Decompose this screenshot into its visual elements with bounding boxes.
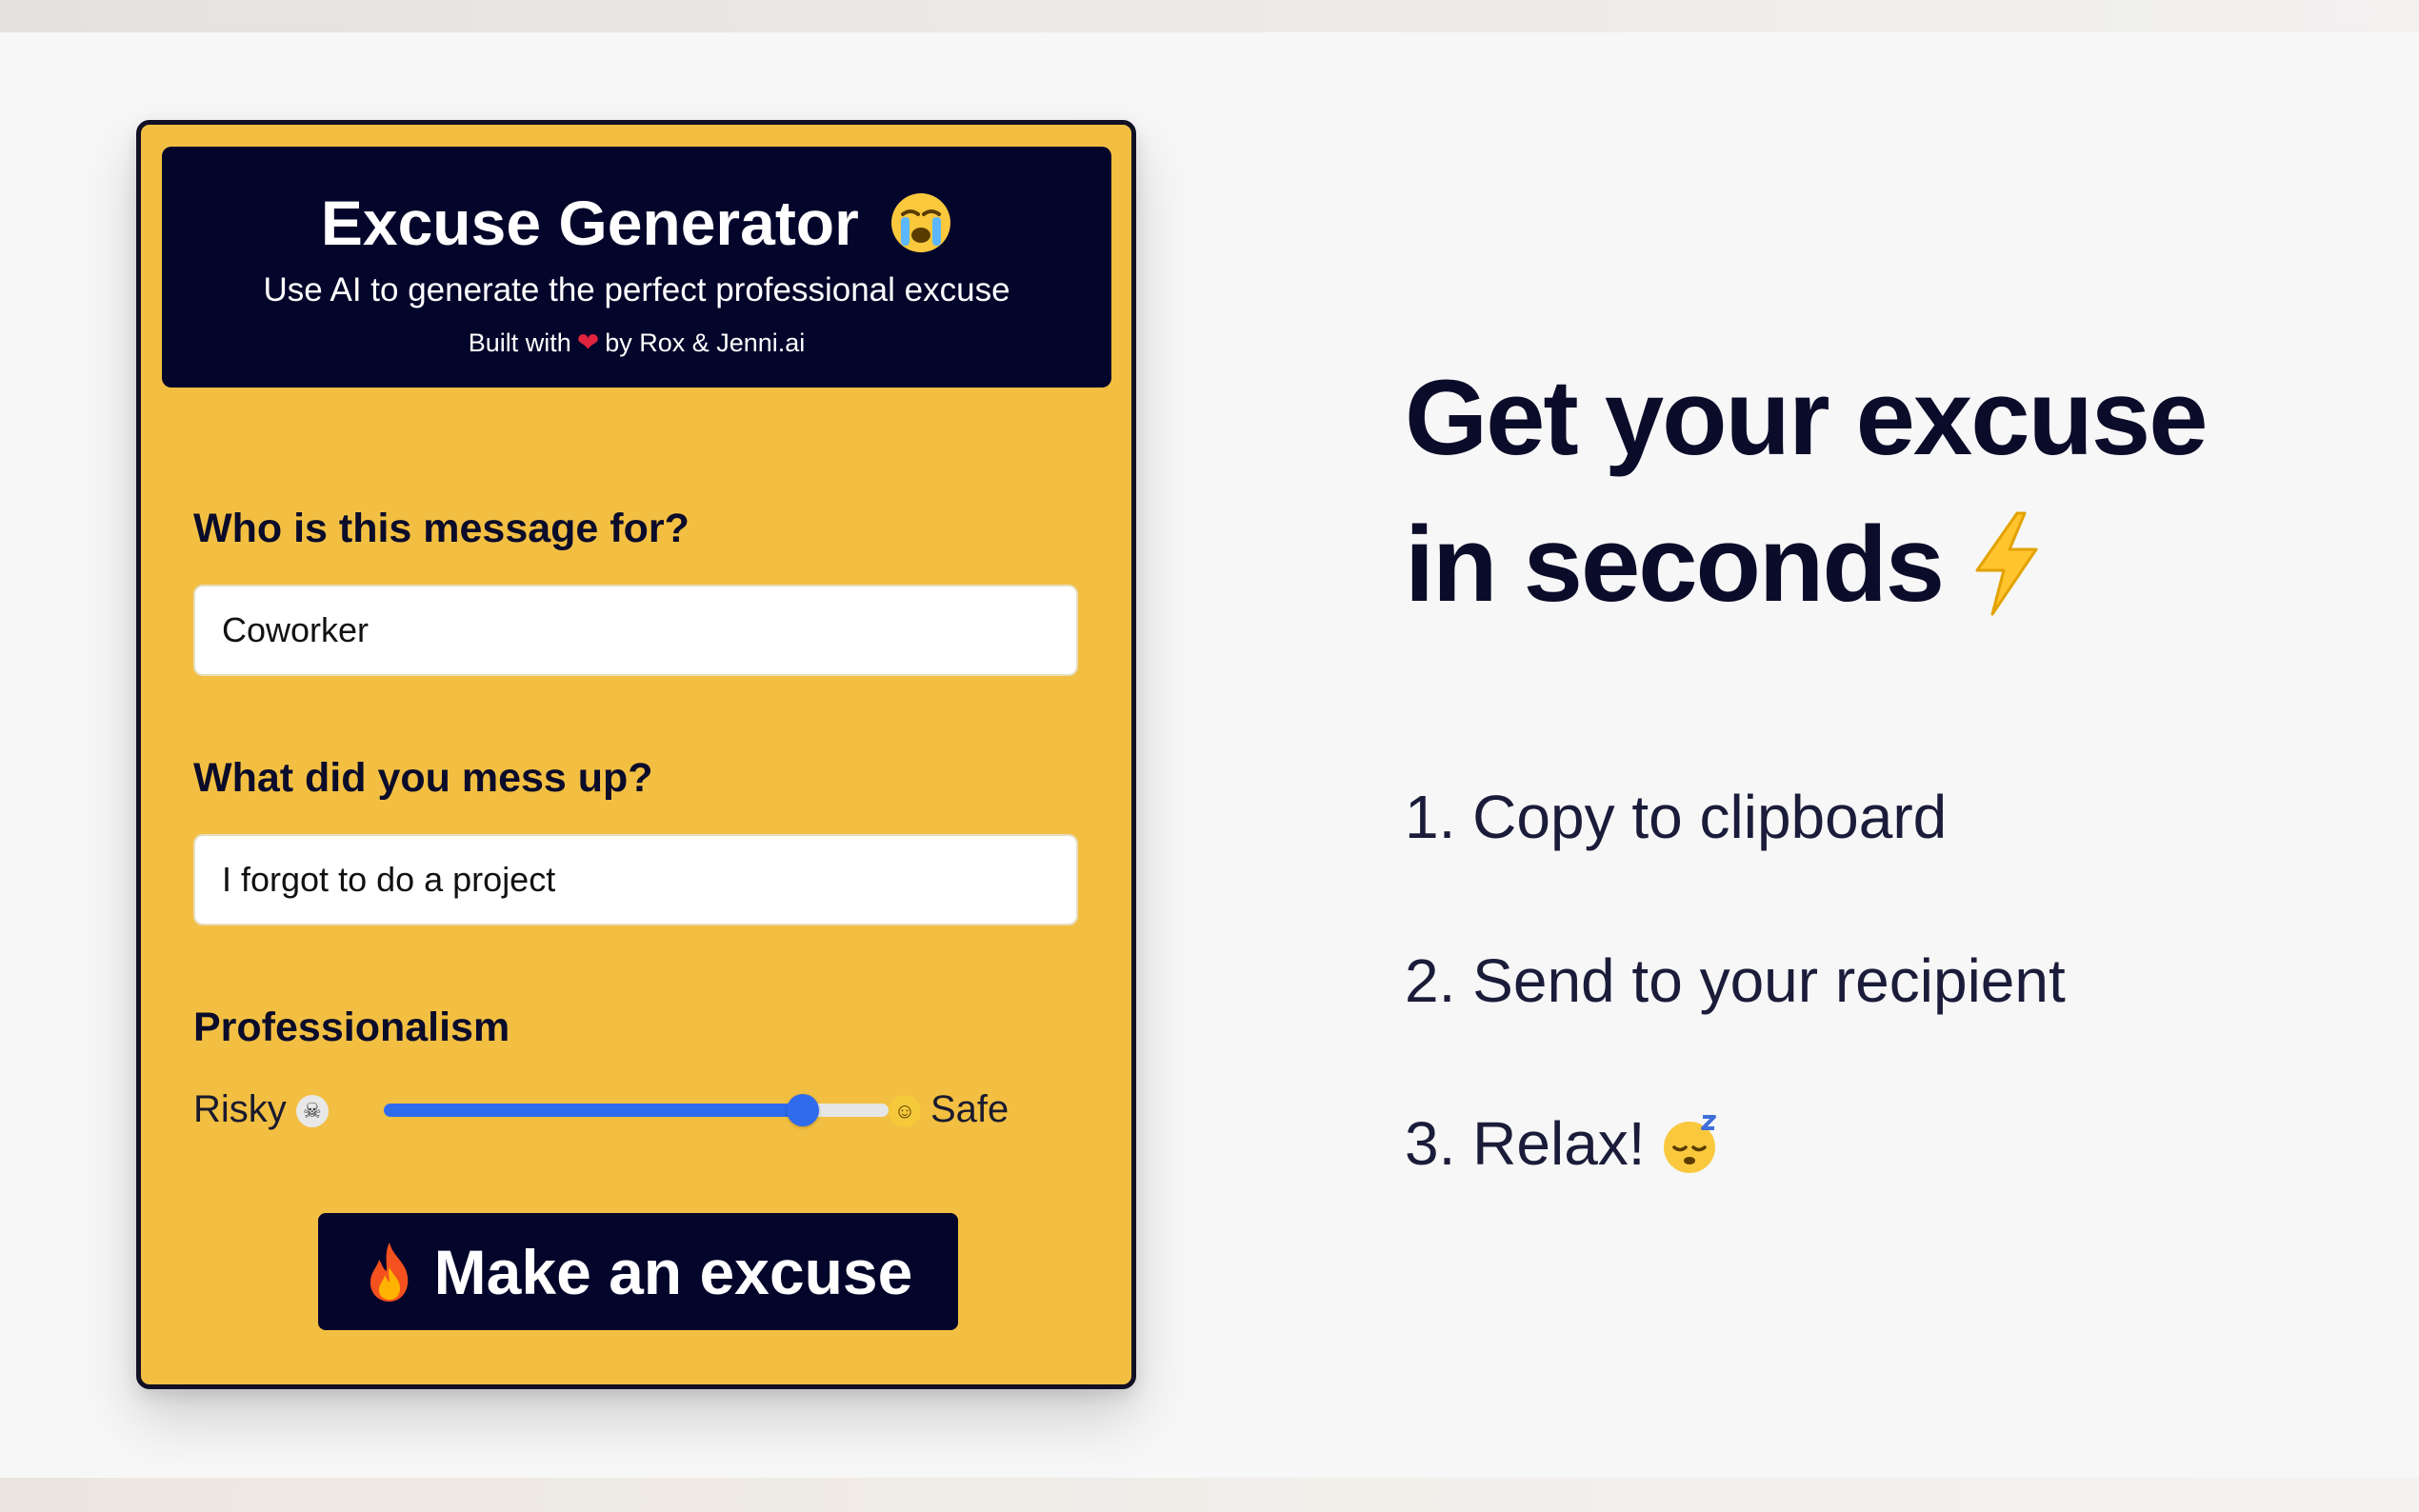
mistake-input[interactable]: [193, 834, 1078, 925]
card-header: Excuse Generator Use AI to generate the …: [162, 147, 1111, 388]
promo-headline: Get your excuse in seconds: [1405, 345, 2208, 638]
slider-fill: [384, 1104, 803, 1117]
headline-line-1: Get your excuse: [1405, 358, 2208, 477]
make-excuse-label: Make an excuse: [433, 1236, 913, 1307]
slider-min-label: Risky ☠: [193, 1086, 329, 1132]
app-subtitle: Use AI to generate the perfect professio…: [263, 271, 1010, 308]
step-3: 3. Relax!: [1405, 1107, 1722, 1180]
heart-icon: ❤: [576, 328, 600, 357]
recipient-input[interactable]: [193, 585, 1078, 676]
slider-max-label: ☺ Safe: [889, 1086, 1009, 1132]
make-excuse-button[interactable]: Make an excuse: [318, 1213, 958, 1330]
professionalism-label: Professionalism: [193, 1005, 510, 1050]
sleeping-face-icon: [1663, 1115, 1716, 1174]
nerd-face-icon: ☺: [889, 1095, 921, 1128]
app-credit: Built with ❤ by Rox & Jenni.ai: [162, 328, 1111, 358]
mistake-label: What did you mess up?: [193, 755, 653, 801]
step-2: 2. Send to your recipient: [1405, 946, 2066, 1015]
step-3-text: 3. Relax!: [1405, 1109, 1646, 1178]
headline-line-2: in seconds: [1405, 505, 1945, 624]
credit-prefix: Built with: [468, 328, 571, 357]
professionalism-slider[interactable]: [384, 1094, 889, 1126]
credit-suffix: by Rox & Jenni.ai: [605, 328, 806, 357]
app-title-text: Excuse Generator: [320, 188, 859, 258]
excuse-generator-card: Excuse Generator Use AI to generate the …: [136, 120, 1136, 1389]
step-1: 1. Copy to clipboard: [1405, 783, 1948, 851]
recipient-label: Who is this message for?: [193, 506, 690, 551]
bottom-background-strip: [0, 1478, 2419, 1512]
slider-thumb[interactable]: [786, 1094, 819, 1126]
professionalism-slider-row: Risky ☠ ☺ Safe: [193, 1077, 1089, 1138]
headline-line-2-row: in seconds: [1405, 491, 2207, 638]
fire-icon: [370, 1242, 408, 1302]
crying-face-icon: [891, 192, 951, 252]
skull-icon: ☠: [295, 1095, 329, 1128]
lightning-bolt-icon: [1975, 511, 2038, 616]
slider-min-text: Risky: [193, 1088, 287, 1130]
slider-max-text: Safe: [930, 1088, 1010, 1130]
app-title: Excuse Generator: [162, 187, 1111, 259]
top-background-strip: [0, 0, 2419, 32]
